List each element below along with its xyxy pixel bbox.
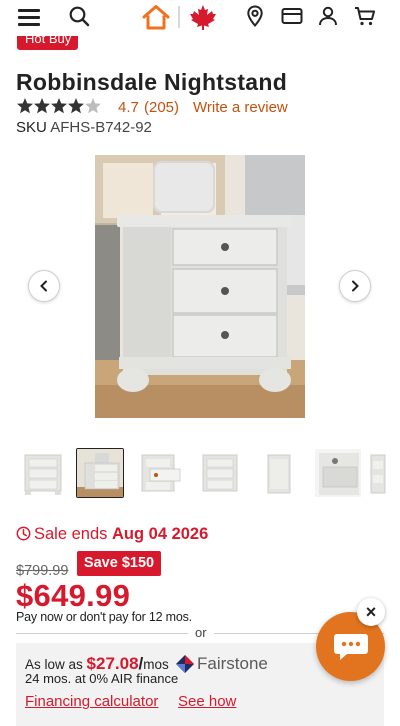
- write-review-link[interactable]: Write a review: [193, 99, 288, 116]
- logo-divider: [178, 6, 180, 28]
- see-how-link[interactable]: See how: [178, 693, 236, 710]
- credit-card-icon[interactable]: [280, 4, 304, 28]
- as-low-as-label: As low as: [25, 657, 87, 672]
- thumbnail[interactable]: [18, 448, 66, 498]
- sale-ends-label: Sale ends: [34, 525, 112, 543]
- thumbnail[interactable]: [368, 448, 400, 498]
- product-main-image[interactable]: [95, 155, 305, 418]
- maple-leaf-icon: [190, 5, 216, 30]
- period-label: mos: [143, 657, 169, 672]
- current-price: $649.99: [16, 578, 131, 613]
- fairstone-logo: Fairstone: [176, 652, 268, 676]
- product-title: Robbinsdale Nightstand: [16, 69, 288, 95]
- gallery-prev-button[interactable]: [28, 270, 60, 302]
- thumbnail[interactable]: [314, 448, 362, 498]
- chat-bubble-icon: [333, 633, 368, 660]
- site-header: [0, 0, 400, 36]
- gallery-next-button[interactable]: [339, 270, 371, 302]
- sku-label: SKU: [16, 119, 47, 136]
- pay-later-text: Pay now or don't pay for 12 mos.: [16, 610, 192, 624]
- thumbnail[interactable]: [195, 448, 243, 498]
- home-logo-icon[interactable]: [141, 4, 171, 30]
- account-icon[interactable]: [316, 4, 340, 28]
- fairstone-name: Fairstone: [197, 654, 268, 673]
- location-icon[interactable]: [243, 4, 267, 28]
- search-icon[interactable]: [67, 4, 91, 28]
- chat-close-button[interactable]: ×: [357, 598, 385, 626]
- financing-terms: 24 mos. at 0% AIR finance: [25, 671, 179, 686]
- save-badge: Save $150: [77, 551, 161, 576]
- sku-value: AFHS-B742-92: [50, 119, 152, 136]
- sale-end-date: Aug 04 2026: [111, 525, 209, 543]
- thumbnail[interactable]: [255, 448, 303, 498]
- cart-icon[interactable]: [353, 4, 377, 28]
- sku-line: SKU AFHS-B742-92: [16, 119, 152, 136]
- rating-value: 4.7: [118, 99, 139, 116]
- sale-ends-line: Sale ends Aug 04 2026: [16, 525, 208, 544]
- chevron-right-icon: [352, 280, 359, 292]
- financing-calculator-link[interactable]: Financing calculator: [25, 693, 158, 710]
- or-label: or: [195, 625, 207, 640]
- thumbnail-strip: [18, 448, 400, 500]
- clock-icon: [16, 526, 31, 541]
- thumbnail[interactable]: [76, 448, 124, 498]
- review-count-link[interactable]: (205): [144, 99, 179, 116]
- menu-icon[interactable]: [18, 9, 40, 26]
- was-price: $799.99: [16, 563, 69, 579]
- rating-stars: [17, 98, 101, 114]
- fairstone-diamond-icon: [176, 655, 194, 673]
- chevron-left-icon: [40, 280, 47, 292]
- thumbnail[interactable]: [135, 448, 183, 498]
